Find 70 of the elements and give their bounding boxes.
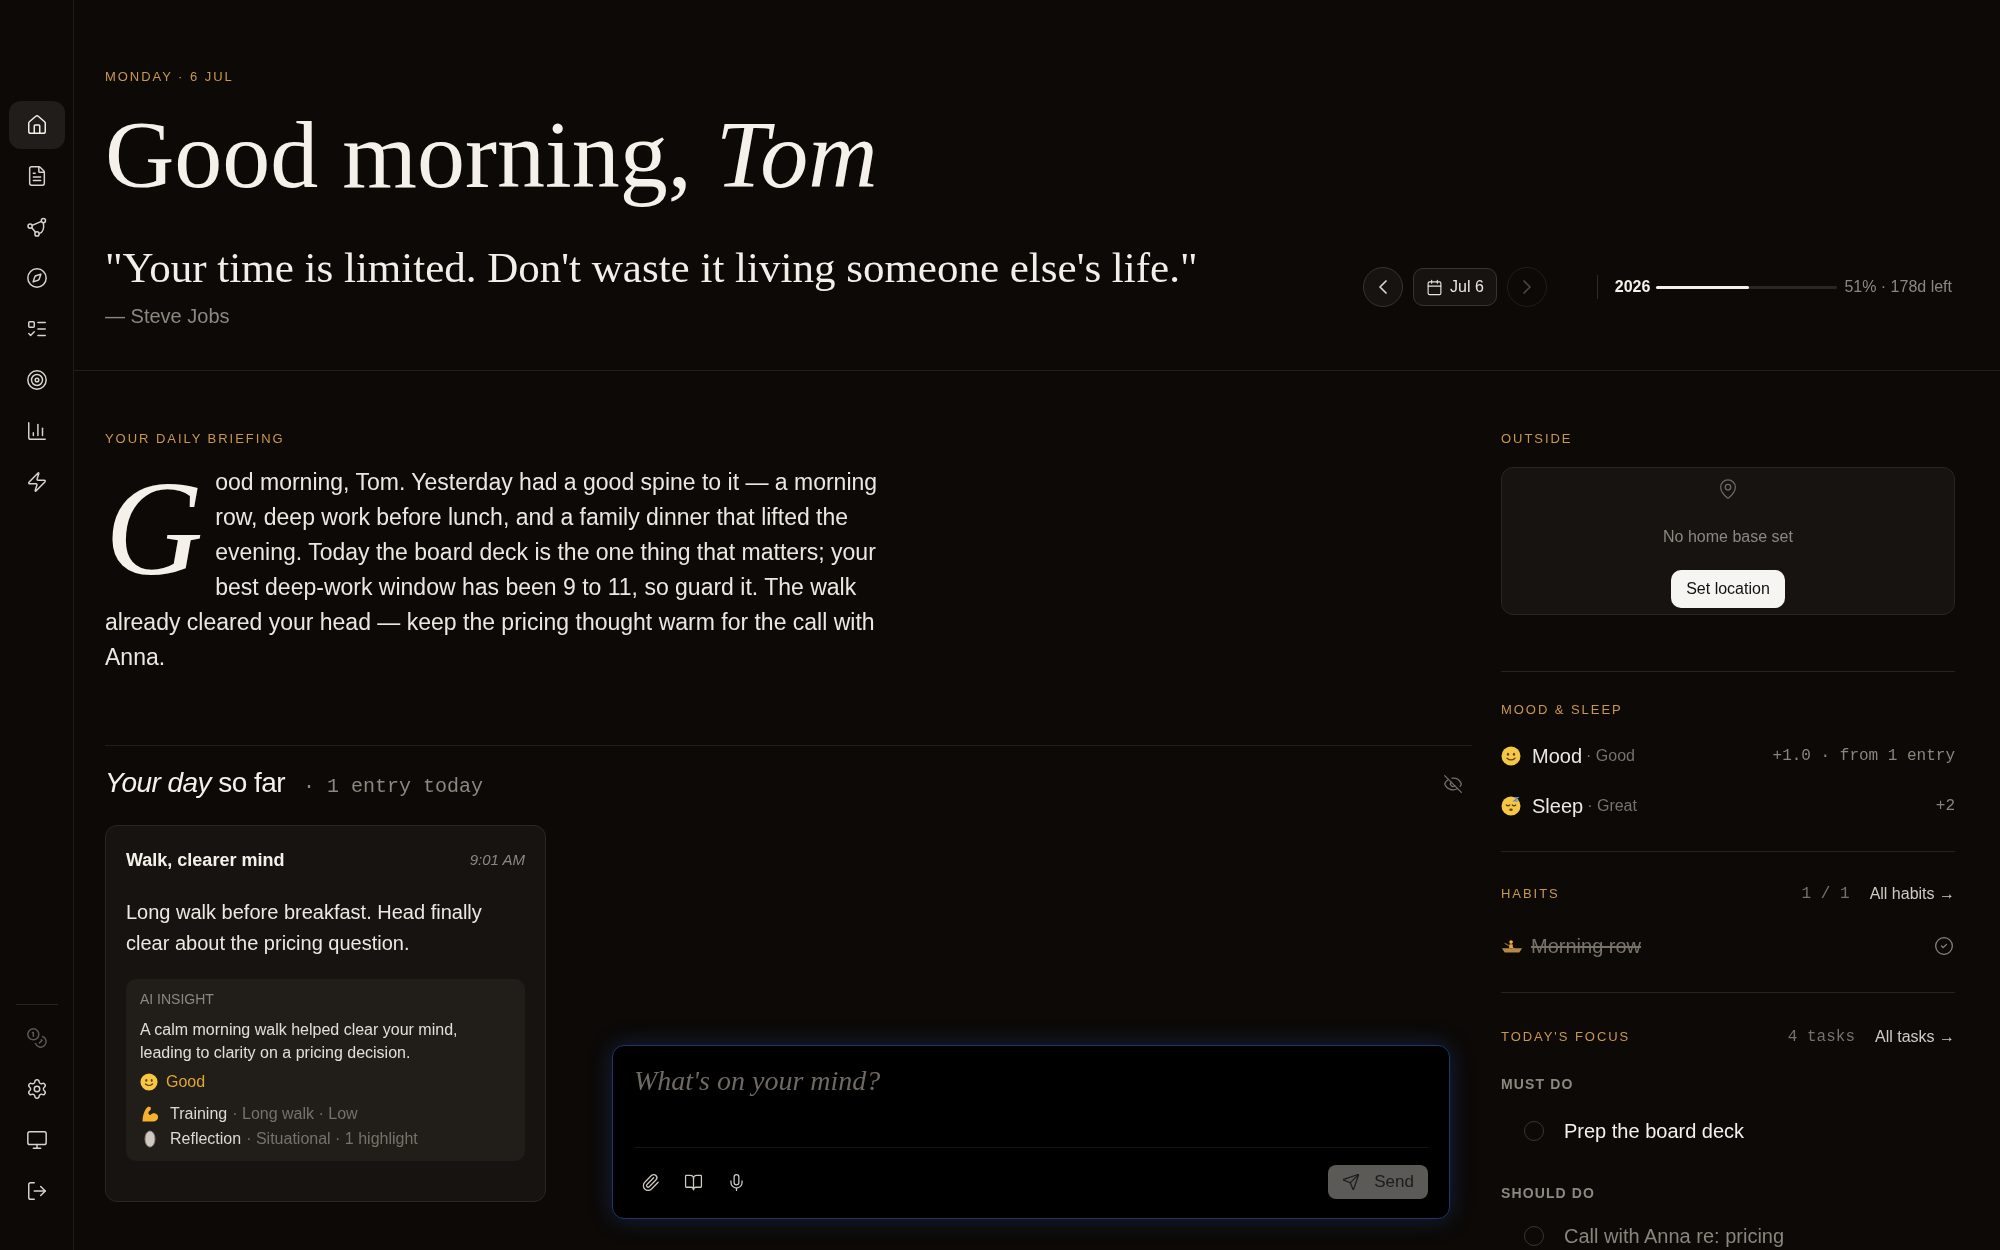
home-icon — [25, 114, 48, 136]
metric-value: · Great — [1587, 796, 1637, 816]
all-habits-link[interactable]: All habits → — [1869, 882, 1955, 906]
entry-time: 9:01 AM — [469, 850, 525, 870]
quote-author: — Steve Jobs — [105, 304, 230, 329]
section-label: YOUR DAILY BRIEFING — [105, 430, 285, 448]
insight-label: AI INSIGHT — [140, 990, 214, 1009]
lightning-icon — [25, 471, 48, 493]
nodes-icon — [25, 216, 48, 238]
section-label: HABITS — [1501, 885, 1560, 903]
habit-name: Morning row — [1531, 934, 1642, 959]
insight-tag-name: Training — [170, 1104, 228, 1124]
monitor-icon[interactable] — [25, 1129, 48, 1151]
coins-icon[interactable] — [25, 1027, 48, 1049]
oval-icon — [144, 1130, 156, 1148]
section-heading: Your day so far — [105, 766, 285, 800]
metric-stat: +2 — [1935, 796, 1955, 817]
eye-off-icon[interactable] — [1443, 773, 1463, 794]
date-label: MONDAY · 6 JUL — [105, 68, 234, 86]
task-group-label: MUST DO — [1501, 1075, 1574, 1094]
sleeping-face-icon — [1501, 796, 1521, 816]
metric-label: Mood — [1532, 744, 1583, 769]
insight-tag-detail: · Long walk · Low — [232, 1104, 358, 1124]
year-progress-reading: 51% · 178d left — [1844, 277, 1952, 297]
previous-day-button[interactable] — [1363, 267, 1403, 307]
entry-title: Walk, clearer mind — [126, 849, 285, 872]
entry-count: · 1 entry today — [302, 774, 483, 800]
entry-card[interactable] — [105, 825, 546, 1202]
flexed-arm-icon — [140, 1104, 160, 1124]
set-location-button[interactable]: Set location — [1671, 570, 1785, 608]
paperclip-icon[interactable] — [641, 1172, 660, 1192]
smiling-face-icon — [1501, 746, 1521, 766]
send-icon — [1342, 1173, 1361, 1191]
section-label: OUTSIDE — [1501, 430, 1573, 448]
metric-label: Sleep — [1532, 794, 1584, 819]
task-text: Call with Anna re: pricing — [1564, 1224, 1785, 1248]
check-circle-icon[interactable] — [1934, 936, 1954, 956]
task-group-label: SHOULD DO — [1501, 1184, 1596, 1203]
logout-icon[interactable] — [25, 1180, 48, 1202]
section-label: MOOD & SLEEP — [1501, 701, 1623, 719]
insight-mood: Good — [166, 1072, 206, 1092]
message-input[interactable]: What's on your mind? — [634, 1063, 1428, 1147]
task-text: Prep the board deck — [1564, 1119, 1745, 1143]
chevron-left-icon — [1379, 280, 1387, 294]
map-pin-icon — [1717, 478, 1739, 500]
insight-tag-name: Reflection — [170, 1129, 242, 1149]
microphone-icon[interactable] — [727, 1172, 746, 1192]
book-icon[interactable] — [684, 1172, 703, 1192]
entry-body: Long walk before breakfast. Head finally clear about the pricing question. — [126, 900, 483, 956]
insight-tag-detail: · Situational · 1 highlight — [246, 1129, 418, 1149]
metric-stat: +1.0 · from 1 entry — [1772, 746, 1955, 767]
date-picker-button[interactable]: Jul 6 — [1413, 268, 1497, 306]
settings-icon[interactable] — [25, 1078, 48, 1100]
quote-text: "Your time is limited. Don't waste it living someone else's life." — [105, 244, 1198, 292]
year-label: 2026 — [1614, 277, 1651, 297]
bar-chart-icon — [25, 420, 48, 442]
sidebar-item[interactable] — [8, 101, 65, 149]
metric-value: · Good — [1586, 746, 1635, 766]
all-tasks-link[interactable]: All tasks → — [1875, 1025, 1955, 1049]
compass-icon — [25, 267, 48, 289]
smiling-face-icon — [140, 1073, 158, 1091]
task-count: 4 tasks — [1787, 1027, 1855, 1048]
location-message: No home base set — [1663, 527, 1793, 547]
rowing-boat-icon — [1501, 938, 1523, 954]
habit-count: 1 / 1 — [1801, 884, 1850, 905]
calendar-icon — [1426, 278, 1443, 296]
insight-text: A calm morning walk helped clear your mind, leading to clarity on a pricing decision. — [140, 1020, 459, 1063]
target-icon — [25, 369, 48, 391]
section-label: TODAY'S FOCUS — [1501, 1028, 1631, 1046]
chevron-right-icon — [1522, 280, 1531, 294]
